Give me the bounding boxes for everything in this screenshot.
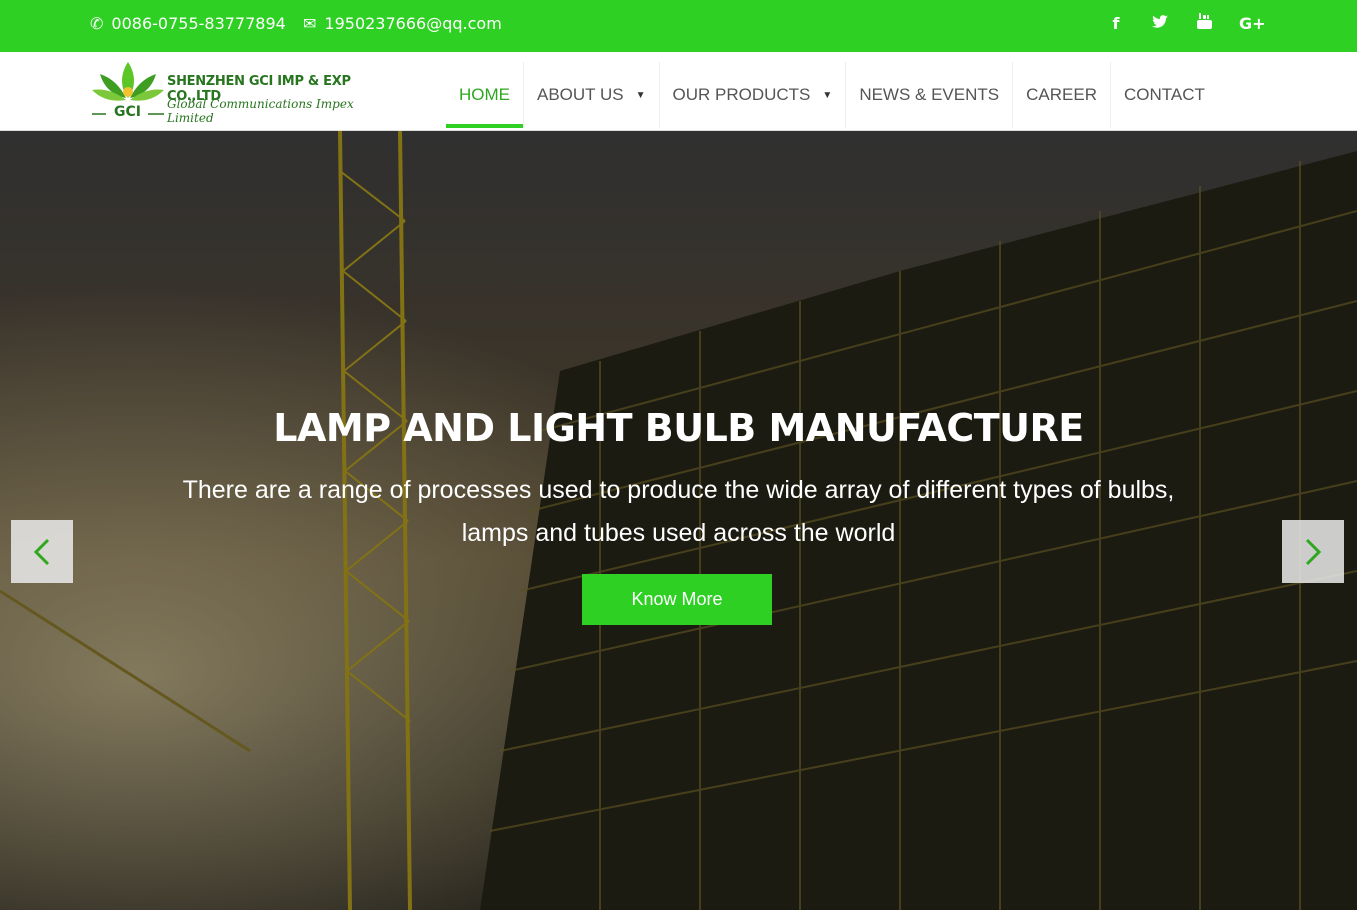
company-logo[interactable]: GCI SHENZHEN GCI IMP & EXP CO.,LTD Globa… — [90, 60, 390, 126]
nav-item-home[interactable]: HOME — [446, 62, 524, 128]
nav-item-about-us[interactable]: ABOUT US ▼ — [524, 62, 660, 128]
email-contact[interactable]: ✉ 1950237666@qq.com — [303, 14, 502, 33]
hero-subtitle-line-2: lamps and tubes used across the world — [461, 519, 896, 547]
know-more-button[interactable]: Know More — [582, 574, 772, 625]
hero-subtitle: There are a range of processes used to p… — [100, 469, 1257, 555]
social-links: f G+ — [1107, 13, 1266, 35]
hero-slider: LAMP AND LIGHT BULB MANUFACTURE There ar… — [0, 131, 1357, 910]
chevron-left-icon — [33, 538, 50, 565]
google-plus-icon[interactable]: G+ — [1239, 13, 1266, 35]
nav-item-label: HOME — [459, 85, 510, 104]
main-nav: HOME ABOUT US ▼ OUR PRODUCTS ▼ NEWS & EV… — [446, 62, 1218, 128]
hero-title: LAMP AND LIGHT BULB MANUFACTURE — [273, 406, 1084, 450]
nav-item-our-products[interactable]: OUR PRODUCTS ▼ — [660, 62, 847, 128]
nav-item-news-events[interactable]: NEWS & EVENTS — [846, 62, 1014, 128]
nav-item-contact[interactable]: CONTACT — [1111, 62, 1218, 128]
nav-item-label: OUR PRODUCTS — [672, 85, 811, 104]
site-header: GCI SHENZHEN GCI IMP & EXP CO.,LTD Globa… — [0, 52, 1357, 131]
caret-down-icon: ▼ — [635, 89, 646, 101]
chevron-right-icon — [1305, 538, 1322, 565]
nav-item-label: ABOUT US — [537, 85, 624, 104]
email-address: 1950237666@qq.com — [324, 14, 502, 33]
logo-mark-text: GCI — [114, 104, 141, 120]
nav-item-career[interactable]: CAREER — [1013, 62, 1111, 128]
slider-prev-button[interactable] — [11, 520, 73, 583]
nav-item-label: CONTACT — [1123, 85, 1205, 104]
phone-number: 0086-0755-83777894 — [111, 14, 286, 33]
logo-tagline: Global Communications Impex Limited — [167, 97, 354, 125]
twitter-icon[interactable] — [1151, 13, 1169, 35]
slider-next-button[interactable] — [1282, 520, 1344, 583]
phone-icon: ✆ — [90, 14, 104, 33]
nav-item-label: NEWS & EVENTS — [859, 85, 1000, 104]
nav-item-label: CAREER — [1026, 85, 1097, 104]
envelope-icon: ✉ — [303, 14, 317, 33]
caret-down-icon: ▼ — [822, 89, 833, 101]
facebook-icon[interactable]: f — [1107, 13, 1125, 35]
youtube-icon[interactable] — [1195, 13, 1213, 35]
hero-subtitle-line-1: There are a range of processes used to p… — [182, 476, 1175, 504]
top-bar: ✆ 0086-0755-83777894 ✉ 1950237666@qq.com… — [0, 0, 1357, 52]
phone-contact[interactable]: ✆ 0086-0755-83777894 — [90, 14, 286, 33]
